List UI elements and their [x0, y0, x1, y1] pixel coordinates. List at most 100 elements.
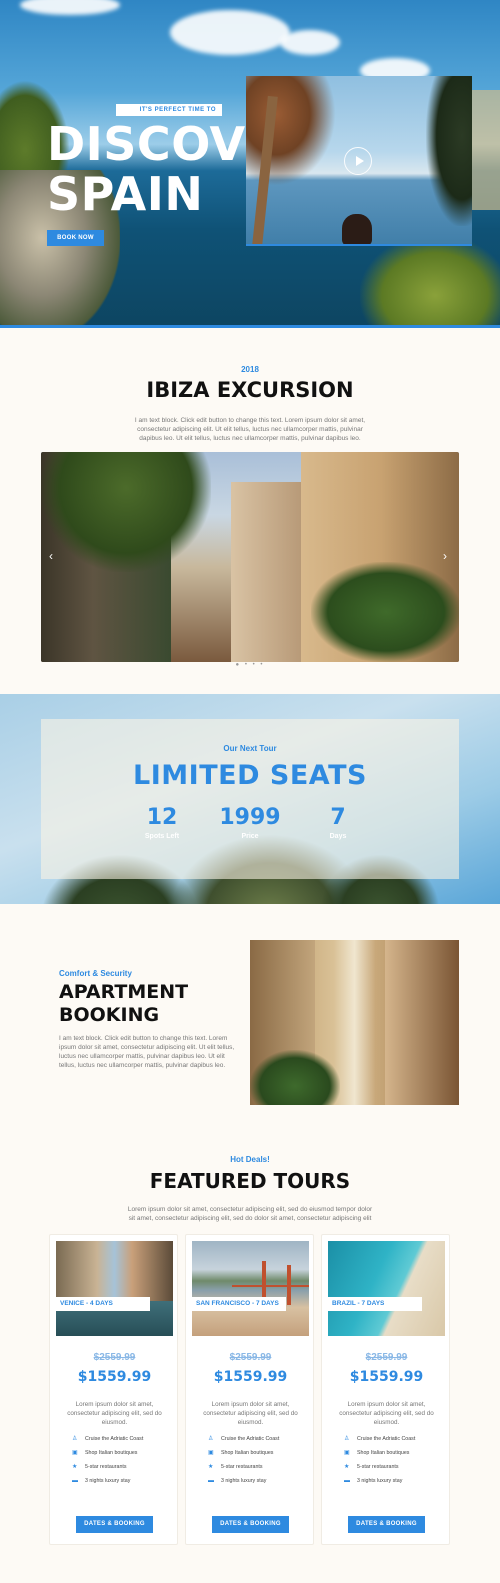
- new-price: $1559.99: [213, 1369, 288, 1385]
- feature-item: ▬ 3 nights luxury stay: [208, 1476, 308, 1486]
- hero-shore: [470, 90, 500, 210]
- section-year: 2018: [241, 365, 259, 374]
- feature-label: Cruise the Adriatic Coast: [85, 1436, 144, 1442]
- book-now-button[interactable]: BOOK NOW: [47, 230, 104, 246]
- bag-icon: ▣: [344, 1450, 350, 1456]
- stat-label: Days: [329, 833, 347, 840]
- video-person: [342, 214, 372, 244]
- hero-divider: [0, 325, 500, 328]
- feature-item: ★ 5-star restaurants: [72, 1462, 172, 1472]
- person-icon: ♙: [208, 1436, 214, 1442]
- seats-label: Our Next Tour: [223, 744, 277, 753]
- feature-item: ★ 5-star restaurants: [344, 1462, 444, 1472]
- bed-icon: ▬: [208, 1478, 214, 1484]
- feature-item: ♙ Cruise the Adriatic Coast: [72, 1434, 172, 1444]
- seats-panel: [41, 719, 459, 879]
- slider-building: [231, 482, 301, 662]
- stat-days: 7 Days: [298, 805, 378, 840]
- tour-image: [192, 1241, 309, 1336]
- feature-label: 5-star restaurants: [221, 1464, 263, 1470]
- bag-icon: ▣: [208, 1450, 214, 1456]
- new-price: $1559.99: [349, 1369, 424, 1385]
- dates-booking-button[interactable]: DATES & BOOKING: [76, 1516, 153, 1533]
- feature-item: ★ 5-star restaurants: [208, 1462, 308, 1472]
- feature-item: ▣ Shop Italian boutiques: [208, 1448, 308, 1458]
- new-price: $1559.99: [77, 1369, 152, 1385]
- cloud: [20, 0, 120, 15]
- slider-next-arrow-icon[interactable]: ›: [443, 550, 447, 562]
- hero-tagline: IT'S PERFECT TIME TO: [116, 104, 222, 116]
- section-text: I am text block. Click edit button to ch…: [134, 417, 366, 442]
- feature-label: Shop Italian boutiques: [357, 1450, 410, 1456]
- feature-label: 5-star restaurants: [85, 1464, 127, 1470]
- slider-tree: [41, 452, 211, 572]
- feature-item: ▣ Shop Italian boutiques: [344, 1448, 444, 1458]
- hero-tree: [360, 235, 500, 328]
- stat-value: 7: [330, 805, 346, 830]
- tour-tag: SAN FRANCISCO - 7 DAYS: [192, 1297, 286, 1311]
- cloud: [280, 30, 340, 55]
- stat-label: Spots Left: [144, 833, 180, 840]
- star-icon: ★: [344, 1464, 350, 1470]
- stat-value: 1999: [219, 805, 281, 830]
- feature-item: ▬ 3 nights luxury stay: [72, 1476, 172, 1486]
- tour-tag: VENICE - 4 DAYS: [56, 1297, 150, 1311]
- feature-item: ♙ Cruise the Adriatic Coast: [208, 1434, 308, 1444]
- tour-card-brazil: BRAZIL - 7 DAYS $2559.99 $1559.99 Lorem …: [321, 1234, 450, 1545]
- apartment-label: Comfort & Security: [59, 969, 132, 978]
- bridge-deck: [232, 1285, 309, 1287]
- cloud: [170, 10, 290, 55]
- tour-card-san-francisco: SAN FRANCISCO - 7 DAYS $2559.99 $1559.99…: [185, 1234, 314, 1545]
- stat-spots-left: 12 Spots Left: [122, 805, 202, 840]
- tour-description: Lorem ipsum dolor sit amet, consectetur …: [67, 1401, 162, 1426]
- stat-price: 1999 Price: [210, 805, 290, 840]
- play-icon[interactable]: [344, 147, 372, 175]
- tours-text: Lorem ipsum dolor sit amet, consectetur …: [127, 1206, 373, 1222]
- dates-booking-button[interactable]: DATES & BOOKING: [348, 1516, 425, 1533]
- feature-item: ▣ Shop Italian boutiques: [72, 1448, 172, 1458]
- tours-title: FEATURED TOURS: [149, 1169, 351, 1193]
- tour-card-venice: VENICE - 4 DAYS $2559.99 $1559.99 Lorem …: [49, 1234, 178, 1545]
- tour-description: Lorem ipsum dolor sit amet, consectetur …: [339, 1401, 434, 1426]
- tour-description: Lorem ipsum dolor sit amet, consectetur …: [203, 1401, 298, 1426]
- bed-icon: ▬: [344, 1478, 350, 1484]
- dates-booking-button[interactable]: DATES & BOOKING: [212, 1516, 289, 1533]
- person-icon: ♙: [72, 1436, 78, 1442]
- apartment-text: I am text block. Click edit button to ch…: [59, 1035, 235, 1069]
- star-icon: ★: [72, 1464, 78, 1470]
- stat-label: Price: [241, 833, 259, 840]
- slider-tree: [311, 562, 459, 662]
- tours-label: Hot Deals!: [230, 1155, 270, 1164]
- stat-value: 12: [146, 805, 178, 830]
- feature-label: 3 nights luxury stay: [221, 1478, 267, 1484]
- star-icon: ★: [208, 1464, 214, 1470]
- apartment-title: APARTMENT BOOKING: [59, 981, 189, 1026]
- apartment-image: [250, 940, 459, 1105]
- tour-image: [328, 1241, 445, 1336]
- video-palm: [426, 76, 472, 226]
- feature-label: Shop Italian boutiques: [85, 1450, 138, 1456]
- old-price: $2559.99: [365, 1352, 408, 1363]
- bed-icon: ▬: [72, 1478, 78, 1484]
- old-price: $2559.99: [93, 1352, 136, 1363]
- image-slider[interactable]: ‹ ›: [41, 452, 459, 662]
- feature-label: 3 nights luxury stay: [85, 1478, 131, 1484]
- slider-dots[interactable]: ● • • •: [0, 662, 500, 668]
- feature-label: Shop Italian boutiques: [221, 1450, 274, 1456]
- feature-label: 5-star restaurants: [357, 1464, 399, 1470]
- feature-label: Cruise the Adriatic Coast: [357, 1436, 416, 1442]
- slider-prev-arrow-icon[interactable]: ‹: [49, 550, 53, 562]
- alley-plants: [250, 1050, 340, 1105]
- tour-tag: BRAZIL - 7 DAYS: [328, 1297, 422, 1311]
- old-price: $2559.99: [229, 1352, 272, 1363]
- feature-item: ♙ Cruise the Adriatic Coast: [344, 1434, 444, 1444]
- tour-image: [56, 1241, 173, 1336]
- person-icon: ♙: [344, 1436, 350, 1442]
- feature-item: ▬ 3 nights luxury stay: [344, 1476, 444, 1486]
- feature-label: Cruise the Adriatic Coast: [221, 1436, 280, 1442]
- bag-icon: ▣: [72, 1450, 78, 1456]
- alley-wall: [385, 940, 459, 1105]
- section-title: IBIZA EXCURSION: [146, 378, 354, 402]
- seats-title: LIMITED SEATS: [133, 760, 367, 791]
- feature-label: 3 nights luxury stay: [357, 1478, 403, 1484]
